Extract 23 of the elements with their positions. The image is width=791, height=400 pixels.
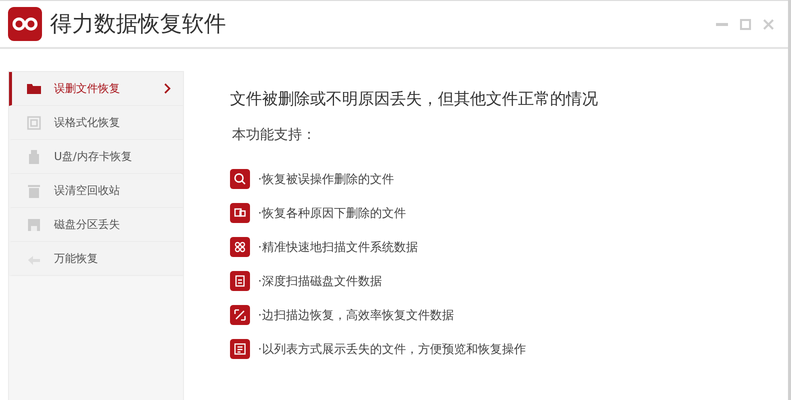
usb-drive-icon [26, 148, 42, 164]
feature-text: ·恢复被误操作删除的文件 [258, 170, 394, 188]
devices-icon [230, 203, 250, 223]
feature-text: ·边扫描边恢复，高效率恢复文件数据 [258, 306, 454, 324]
feature-text: ·恢复各种原因下删除的文件 [258, 204, 406, 222]
trash-icon [26, 182, 42, 198]
search-icon [230, 169, 250, 189]
expand-icon [230, 305, 250, 325]
feature-text: ·以列表方式展示丢失的文件，方便预览和恢复操作 [258, 340, 526, 358]
sidebar-item[interactable]: 误删文件恢复 [9, 72, 183, 106]
list-icon [230, 339, 250, 359]
feature-text: ·深度扫描磁盘文件数据 [258, 272, 382, 290]
chevron-right-icon [164, 83, 171, 94]
close-icon[interactable] [763, 18, 774, 30]
feature-text: ·精准快速地扫描文件系统数据 [258, 238, 418, 256]
window-title: 得力数据恢复软件 [50, 11, 227, 39]
description-heading: 文件被删除或不明原因丢失，但其他文件正常的情况 [230, 89, 599, 110]
maximize-icon[interactable] [740, 18, 751, 30]
grid-icon [230, 237, 250, 257]
app-logo-icon [8, 7, 42, 41]
document-icon [230, 271, 250, 291]
minimize-icon[interactable] [716, 22, 728, 26]
feature-subheading: 本功能支持： [232, 126, 317, 144]
